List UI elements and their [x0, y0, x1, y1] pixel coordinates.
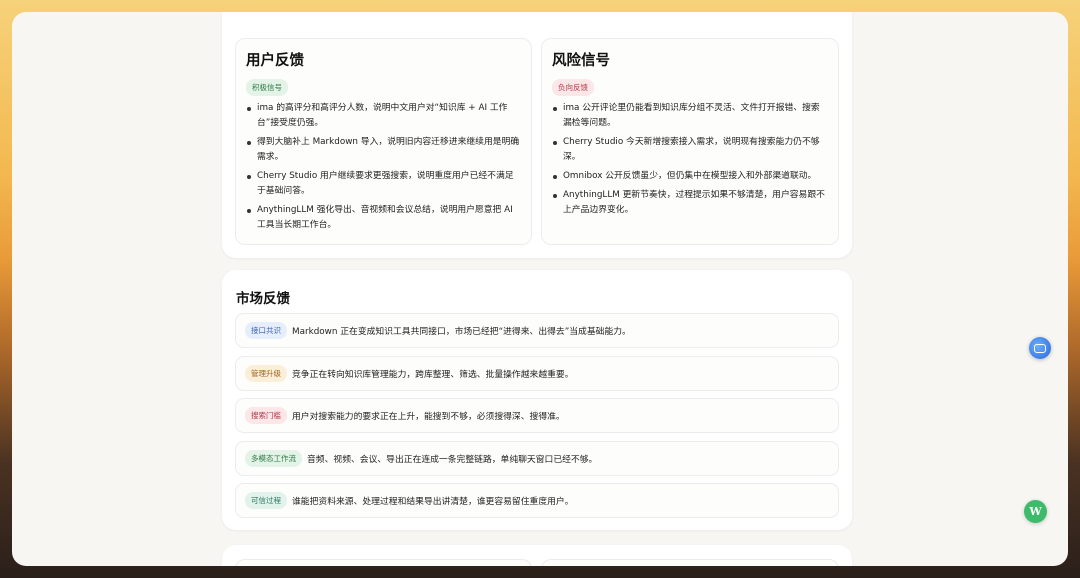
- market-row-text: 竞争正在转向知识库管理能力，跨库整理、筛选、批量操作越来越重要。: [292, 370, 574, 380]
- feedback-card: 用户反馈 积极信号 ima 的高评分和高评分人数，说明中文用户对“知识库 + A…: [222, 12, 852, 258]
- market-row: 管理升级 竞争正在转向知识库管理能力，跨库整理、筛选、批量操作越来越重要。: [235, 356, 839, 391]
- risk-signals-list: ima 公开评论里仍能看到知识库分组不灵活、文件打开报错、搜索漏检等问题。 Ch…: [552, 101, 828, 222]
- risk-signals-panel: 风险信号 负向反馈 ima 公开评论里仍能看到知识库分组不灵活、文件打开报错、搜…: [541, 38, 839, 245]
- list-item: Omnibox 公开反馈虽少，但仍集中在模型接入和外部渠道联动。: [552, 169, 828, 184]
- app-window: 用户反馈 积极信号 ima 的高评分和高评分人数，说明中文用户对“知识库 + A…: [12, 12, 1068, 566]
- list-item: ima 公开评论里仍能看到知识库分组不灵活、文件打开报错、搜索漏检等问题。: [552, 101, 828, 131]
- list-item: AnythingLLM 更新节奏快，过程提示如果不够清楚，用户容易跟不上产品边界…: [552, 188, 828, 218]
- interface-consensus-tag: 接口共识: [245, 322, 287, 339]
- search-threshold-tag: 搜索门槛: [245, 407, 287, 424]
- user-feedback-title: 用户反馈: [246, 53, 304, 69]
- next-panel-left: [235, 559, 532, 566]
- management-upgrade-tag: 管理升级: [245, 365, 287, 382]
- market-feedback-card: 市场反馈 接口共识 Markdown 正在变成知识工具共同接口，市场已经把“进得…: [222, 270, 852, 530]
- list-item: 得到大脑补上 Markdown 导入，说明旧内容迁移进来继续用是明确需求。: [246, 135, 521, 165]
- user-feedback-panel: 用户反馈 积极信号 ima 的高评分和高评分人数，说明中文用户对“知识库 + A…: [235, 38, 532, 245]
- market-row: 接口共识 Markdown 正在变成知识工具共同接口，市场已经把“进得来、出得去…: [235, 313, 839, 348]
- list-item: Cherry Studio 今天新增搜索接入需求，说明现有搜索能力仍不够深。: [552, 135, 828, 165]
- negative-feedback-badge: 负向反馈: [552, 79, 594, 96]
- market-row-text: Markdown 正在变成知识工具共同接口，市场已经把“进得来、出得去”当成基础…: [292, 327, 631, 337]
- w-assistant-button[interactable]: W: [1024, 500, 1047, 523]
- next-card: [222, 545, 852, 566]
- market-row-text: 音频、视频、会议、导出正在连成一条完整链路，单纯聊天窗口已经不够。: [307, 455, 598, 465]
- list-item: AnythingLLM 强化导出、音视频和会议总结，说明用户愿意把 AI 工具当…: [246, 203, 521, 233]
- user-feedback-list: ima 的高评分和高评分人数，说明中文用户对“知识库 + AI 工作台”接受度仍…: [246, 101, 521, 237]
- market-row: 多模态工作流 音频、视频、会议、导出正在连成一条完整链路，单纯聊天窗口已经不够。: [235, 441, 839, 476]
- market-feedback-title: 市场反馈: [236, 291, 290, 307]
- market-row: 可信过程 谁能把资料来源、处理过程和结果导出讲清楚，谁更容易留住重度用户。: [235, 483, 839, 518]
- list-item: Cherry Studio 用户继续要求更强搜索，说明重度用户已经不满足于基础问…: [246, 169, 521, 199]
- market-row-text: 用户对搜索能力的要求正在上升，能搜到不够，必须搜得深、搜得准。: [292, 412, 565, 422]
- report-content: 用户反馈 积极信号 ima 的高评分和高评分人数，说明中文用户对“知识库 + A…: [222, 12, 852, 566]
- trusted-process-tag: 可信过程: [245, 492, 287, 509]
- list-item: ima 的高评分和高评分人数，说明中文用户对“知识库 + AI 工作台”接受度仍…: [246, 101, 521, 131]
- positive-signal-badge: 积极信号: [246, 79, 288, 96]
- multimodal-workflow-tag: 多模态工作流: [245, 450, 302, 467]
- next-panel-right: [541, 559, 839, 566]
- message-bubble-icon[interactable]: [1029, 337, 1051, 359]
- market-row: 搜索门槛 用户对搜索能力的要求正在上升，能搜到不够，必须搜得深、搜得准。: [235, 398, 839, 433]
- risk-signals-title: 风险信号: [552, 53, 610, 69]
- market-row-text: 谁能把资料来源、处理过程和结果导出讲清楚，谁更容易留住重度用户。: [292, 497, 574, 507]
